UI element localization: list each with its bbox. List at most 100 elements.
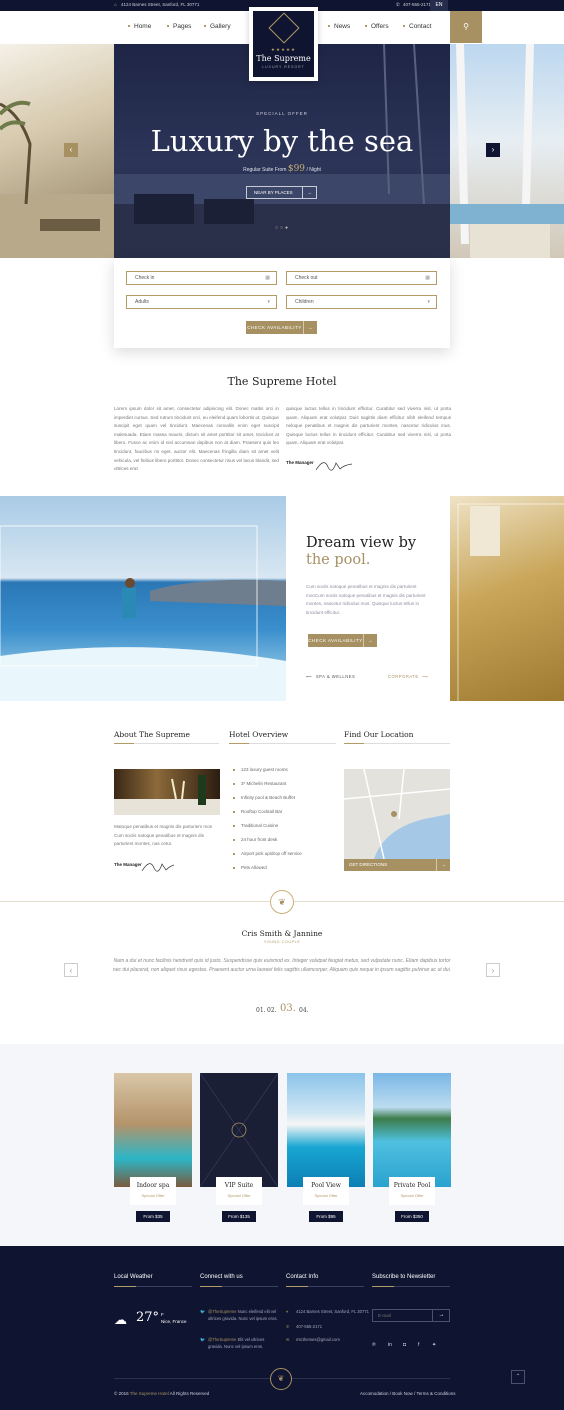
testimonial-next-button[interactable]: › xyxy=(486,963,500,977)
weather-temp: 27° xyxy=(136,1310,160,1325)
room-caption: Private Pool Special Offer xyxy=(389,1177,435,1205)
testimonial-name: Cris Smith & Jannine xyxy=(241,929,323,938)
footer-emblem-icon: ❦ xyxy=(270,1368,292,1390)
children-label: Children xyxy=(295,299,314,305)
pool-text: Cum sociis natoque penatibus et magnis d… xyxy=(306,584,426,615)
chevron-up-icon: ⌃ xyxy=(515,1374,521,1380)
check-out-label: Check out xyxy=(295,275,318,281)
pool-next-link[interactable]: CORPORATE ⟶ xyxy=(388,674,429,679)
cabana-image xyxy=(450,44,564,258)
check-out-field[interactable]: Check out ▦ xyxy=(286,271,437,285)
contact-email[interactable]: mtcthemes@gmail.com xyxy=(296,1336,340,1343)
manager-signature-image xyxy=(315,462,353,471)
hero-title: Luxury by the sea xyxy=(150,124,414,158)
pool-image xyxy=(0,496,286,701)
testimonial-prev-button[interactable]: ‹ xyxy=(64,963,78,977)
site-logo[interactable]: ★★★★★ The Supreme LUXURY RESORT xyxy=(249,7,318,81)
pool-view-image xyxy=(287,1073,365,1187)
adults-select[interactable]: Adults ▾ xyxy=(126,295,277,309)
twitter-icon[interactable]: ✦ xyxy=(432,1342,436,1348)
hero-price-suffix: / Night xyxy=(306,167,321,173)
check-in-field[interactable]: Check in ▦ xyxy=(126,271,277,285)
testimonial-page-3[interactable]: 03. xyxy=(280,1003,296,1014)
room-price-button[interactable]: From $350 xyxy=(395,1211,429,1222)
language-switcher[interactable]: EN xyxy=(430,0,448,11)
testimonial-page-1[interactable]: 01. xyxy=(256,1007,266,1014)
champagne-image xyxy=(114,775,220,815)
nav-pages[interactable]: Pages xyxy=(167,23,191,30)
room-caption: Pool View Special Offer xyxy=(303,1177,349,1205)
weather-title: Local Weather xyxy=(114,1274,153,1280)
chevron-down-icon: ▾ xyxy=(427,299,430,305)
weather-divider-accent xyxy=(114,1286,136,1287)
pool-prev-link[interactable]: ⟵ SPA & WELLNES xyxy=(306,674,355,679)
facebook-icon[interactable]: f xyxy=(418,1342,419,1348)
linkedin-icon[interactable]: in xyxy=(388,1342,392,1348)
instagram-icon[interactable]: ◘ xyxy=(403,1342,406,1348)
tweet-1-handle: @TheSupreme xyxy=(208,1309,237,1314)
near-by-places-button[interactable]: NEAR BY PLACES → xyxy=(246,186,317,199)
tweet-2[interactable]: @TheSupreme Elit vel ultrices gravida. N… xyxy=(208,1336,280,1350)
vip-suite-image xyxy=(199,1072,279,1188)
nav-contact-label: Contact xyxy=(409,23,432,30)
get-directions-button[interactable]: GET DIRECTIONS → xyxy=(344,859,450,871)
logo-tagline: LUXURY RESORT xyxy=(262,65,305,69)
nav-gallery-label: Gallery xyxy=(210,23,231,30)
mail-icon: ✉ xyxy=(286,1337,290,1342)
conference-image xyxy=(450,496,564,710)
adults-label: Adults xyxy=(135,299,149,305)
room-tag: Special Offer xyxy=(400,1193,424,1198)
room-price-button[interactable]: From $135 xyxy=(222,1211,256,1222)
arrow-right-icon: → xyxy=(438,1312,445,1318)
intro-column-2: quisque luctus tellus in tincidunt effic… xyxy=(286,406,451,446)
overview-item: Rooftop Cocktail Bar xyxy=(233,809,282,814)
nav-news-label: News xyxy=(334,23,351,30)
room-card[interactable]: VIP Suite Special Offer From $135 xyxy=(199,1072,279,1222)
location-map[interactable] xyxy=(343,768,451,860)
check-availability-button[interactable]: CHECK AVAILABILITY → xyxy=(246,321,317,334)
room-name: Indoor spa xyxy=(136,1182,170,1189)
weather-unit: F xyxy=(161,1312,164,1317)
twitter-icon: 🐦 xyxy=(200,1337,206,1342)
pool-title-line2: the pool. xyxy=(306,552,371,568)
slider-dots[interactable]: ○○● xyxy=(275,225,290,231)
about-text: Matoque penatibus et magnis dis parturie… xyxy=(114,824,213,847)
near-by-places-label: NEAR BY PLACES xyxy=(254,190,293,195)
footer-link-accomodation[interactable]: Accomodation xyxy=(360,1391,389,1396)
hero-right-image xyxy=(450,44,564,258)
hero-price-line: Regular Suite From $99 / Night xyxy=(114,164,450,174)
copyright-brand: The Supreme Hotel xyxy=(129,1391,169,1396)
chairs-image xyxy=(457,503,564,710)
testimonial-page-4[interactable]: 04. xyxy=(299,1007,309,1014)
room-card[interactable]: Indoor spa Special Offer From $35 xyxy=(114,1073,192,1222)
chevron-left-icon: ‹ xyxy=(69,966,73,975)
nav-offers[interactable]: Offers xyxy=(365,23,389,30)
overview-item: Infinity pool & Beach Buffet xyxy=(233,795,295,800)
children-select[interactable]: Children ▾ xyxy=(286,295,437,309)
slider-next-button[interactable]: › xyxy=(486,143,500,157)
pool-check-availability-button[interactable]: CHECK AVAILABILITY → xyxy=(308,634,377,647)
nav-gallery[interactable]: Gallery xyxy=(204,23,231,30)
overview-item: 24 hour front desk xyxy=(233,837,277,842)
room-card[interactable]: Pool View Special Offer From $95 xyxy=(287,1073,365,1222)
tweet-1[interactable]: @TheSupreme Nunc eleifend elit vel ultri… xyxy=(208,1308,280,1322)
footer-link-terms[interactable]: Terms & Conditions xyxy=(416,1391,455,1396)
nav-home[interactable]: Home xyxy=(128,23,151,30)
overview-item: 3* Michelin Restaurant xyxy=(233,781,286,786)
room-price-button[interactable]: From $35 xyxy=(136,1211,170,1222)
chevron-down-icon: ▾ xyxy=(267,299,270,305)
room-card[interactable]: Private Pool Special Offer From $350 xyxy=(373,1073,451,1222)
search-button[interactable]: ⚲ xyxy=(450,11,482,43)
check-in-label: Check in xyxy=(135,275,155,281)
slider-prev-button[interactable]: ‹ xyxy=(64,143,78,157)
room-price-button[interactable]: From $95 xyxy=(309,1211,343,1222)
pinterest-icon[interactable]: ℗ xyxy=(372,1342,376,1348)
infinity-pool-image xyxy=(0,525,286,701)
nav-contact[interactable]: Contact xyxy=(403,23,431,30)
back-to-top-button[interactable]: ⌃ xyxy=(511,1370,525,1384)
intro-title: The Supreme Hotel xyxy=(227,375,337,388)
testimonial-page-2[interactable]: 02. xyxy=(267,1007,277,1014)
footer-link-book-now[interactable]: Book Now xyxy=(392,1391,413,1396)
nav-news[interactable]: News xyxy=(328,23,350,30)
newsletter-submit-button[interactable]: → xyxy=(432,1309,450,1322)
